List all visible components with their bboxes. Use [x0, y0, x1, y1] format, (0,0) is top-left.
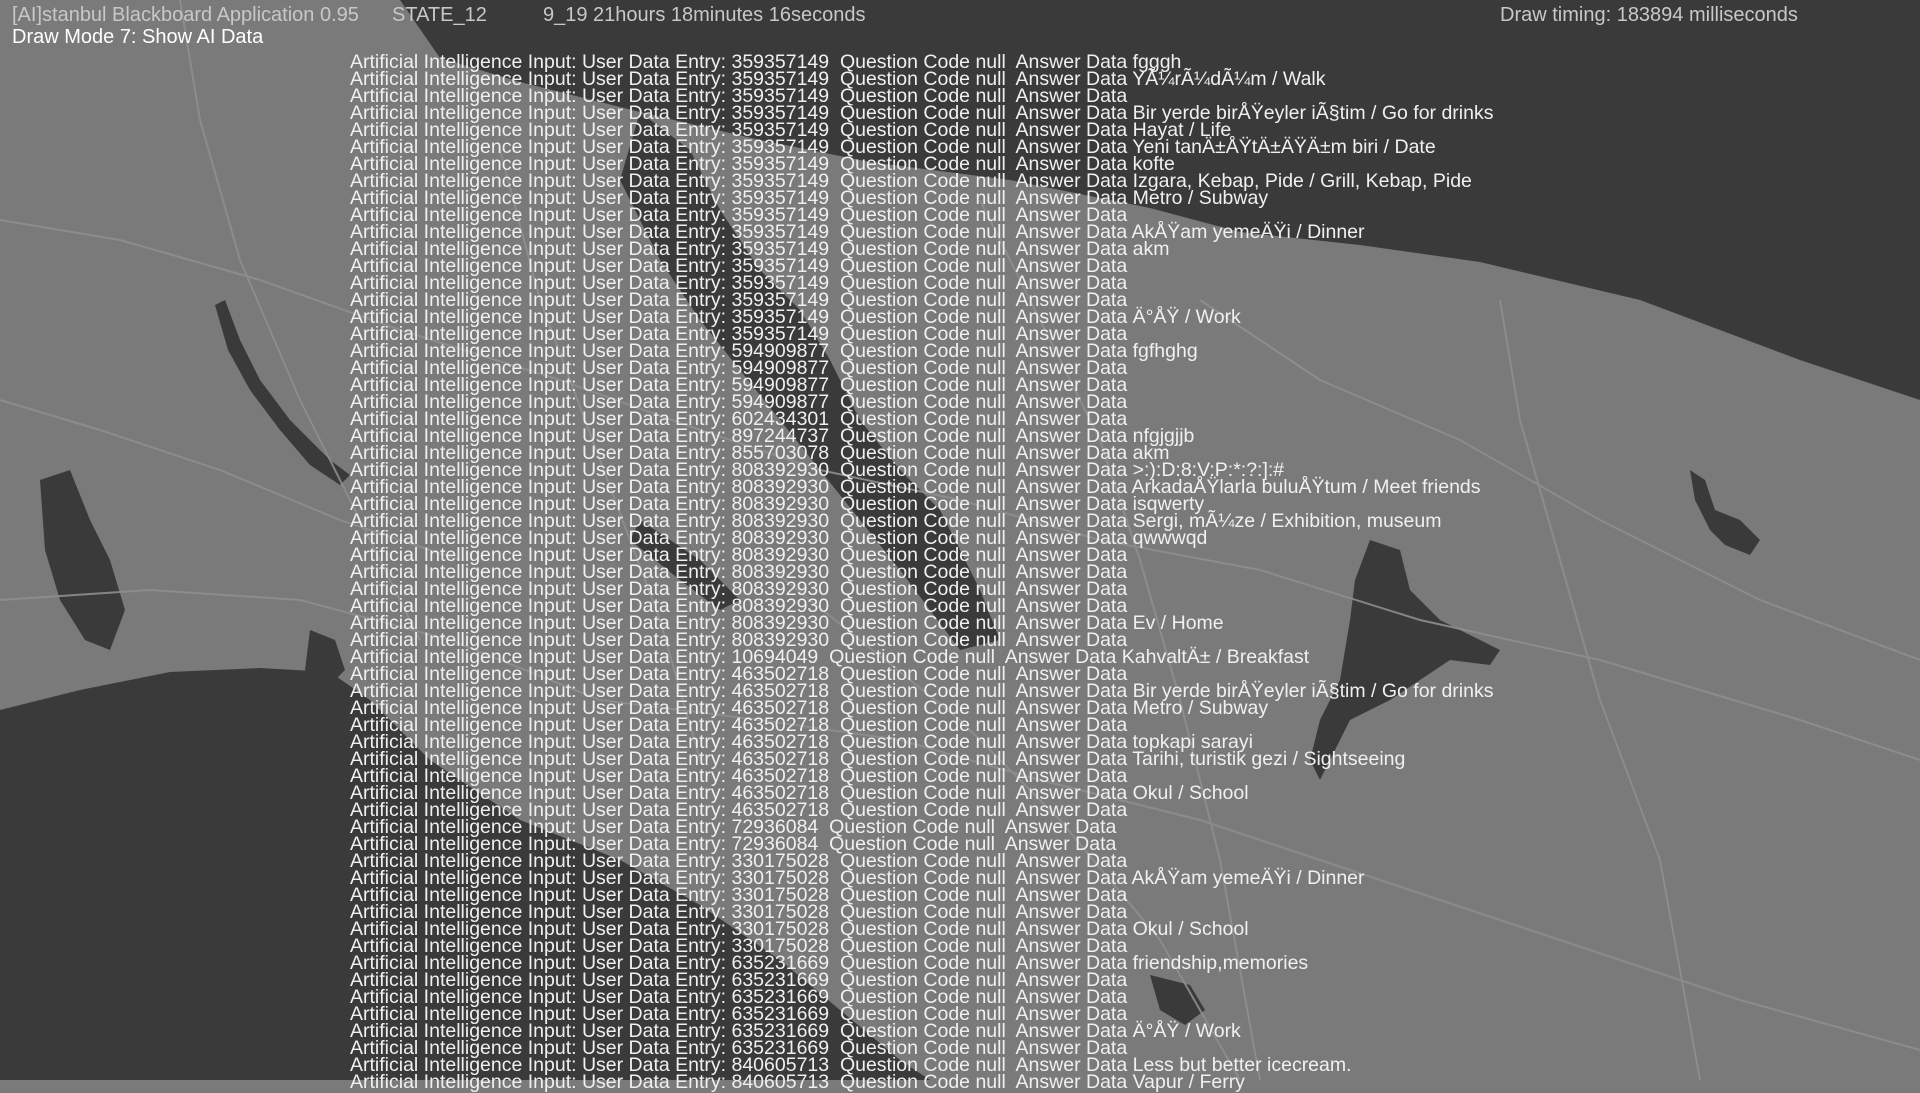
draw-timing: Draw timing: 183894 milliseconds: [1500, 4, 1798, 26]
state-indicator: STATE_12: [392, 4, 487, 26]
ai-data-log: Artificial Intelligence Input: User Data…: [350, 52, 1650, 1093]
app-title: [AI]stanbul Blackboard Application 0.95: [12, 4, 359, 26]
clock-readout: 9_19 21hours 18minutes 16seconds: [543, 4, 866, 26]
draw-mode-label: Draw Mode 7: Show AI Data: [12, 26, 264, 48]
log-line: Artificial Intelligence Input: User Data…: [350, 1071, 1245, 1093]
